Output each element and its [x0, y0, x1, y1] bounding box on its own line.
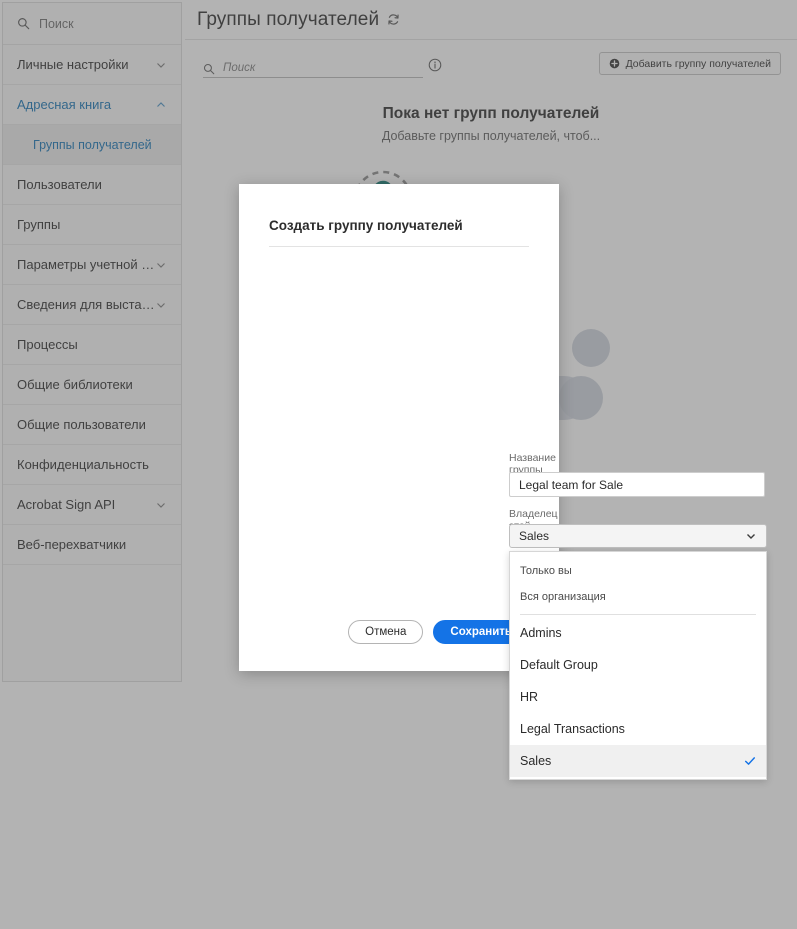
dropdown-option-admins[interactable]: Admins — [510, 617, 766, 649]
group-name-value: Legal team for Sale — [519, 477, 624, 492]
group-owner-selected-value: Sales — [519, 529, 550, 543]
dropdown-option-label: HR — [520, 690, 539, 704]
dialog-actions: Отмена Сохранить — [348, 620, 529, 644]
dropdown-option-only-you[interactable]: Только вы — [510, 558, 766, 584]
checkmark-icon — [744, 755, 756, 767]
dropdown-option-label: Sales — [520, 754, 552, 768]
group-name-input[interactable]: Legal team for Sale — [509, 472, 765, 497]
dropdown-option-default-group[interactable]: Default Group — [510, 649, 766, 681]
dropdown-divider — [520, 614, 756, 615]
cancel-button[interactable]: Отмена — [348, 620, 424, 644]
chevron-down-icon — [745, 530, 757, 542]
dropdown-option-hr[interactable]: HR — [510, 681, 766, 713]
dropdown-option-label: Вся организация — [520, 591, 606, 603]
group-owner-select[interactable]: Sales — [509, 524, 767, 548]
dropdown-option-label: Legal Transactions — [520, 722, 625, 736]
create-recipient-group-dialog: Создать группу получателей Название груп… — [239, 184, 767, 780]
dropdown-option-legal-transactions[interactable]: Legal Transactions — [510, 713, 766, 745]
dropdown-option-whole-organization[interactable]: Вся организация — [510, 584, 766, 610]
dropdown-option-label: Только вы — [520, 565, 572, 577]
dropdown-option-sales[interactable]: Sales — [510, 745, 766, 777]
dialog-title-divider — [269, 246, 529, 247]
dropdown-option-label: Admins — [520, 626, 562, 640]
group-owner-dropdown[interactable]: Только вы Вся организация Admins Default… — [509, 551, 767, 780]
dropdown-option-label: Default Group — [520, 658, 598, 672]
dialog-title: Создать группу получателей — [269, 218, 463, 233]
